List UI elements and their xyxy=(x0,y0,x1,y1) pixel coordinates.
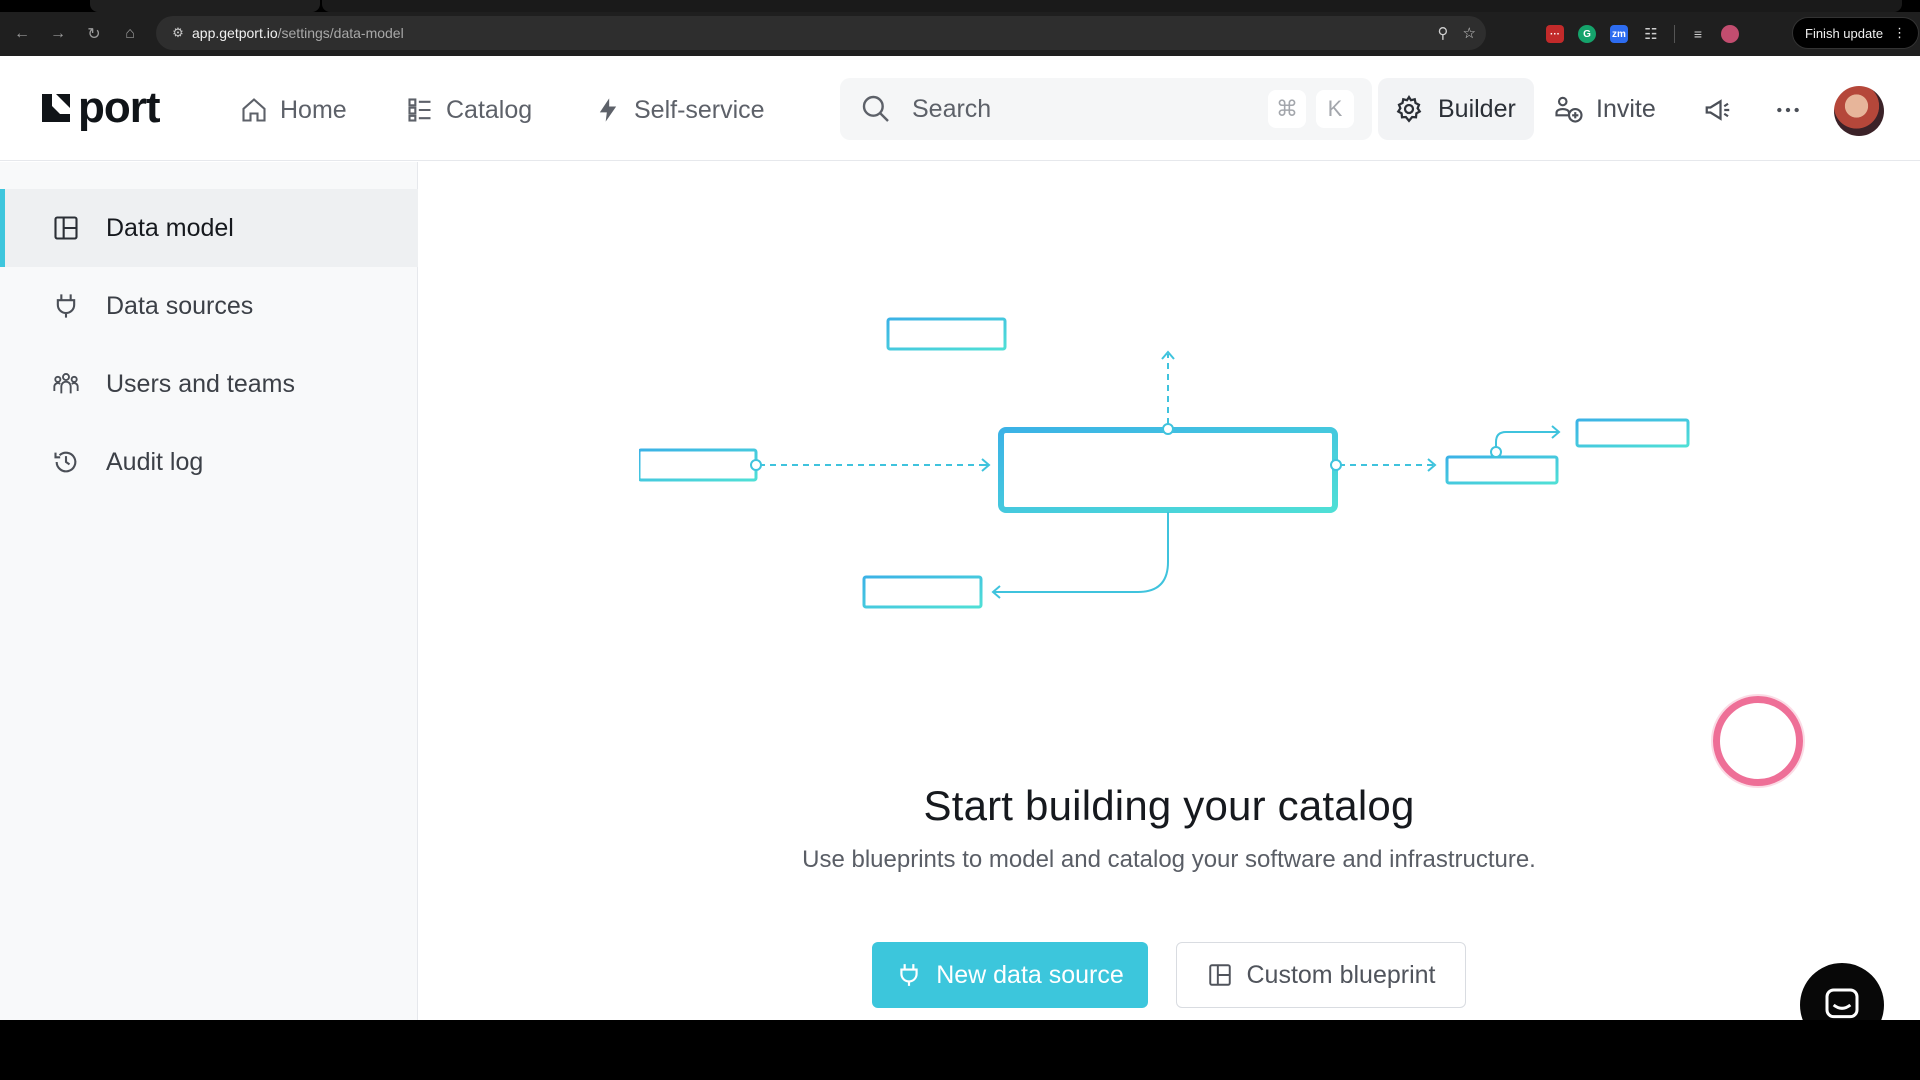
custom-blueprint-label: Custom blueprint xyxy=(1246,960,1436,989)
port-logo[interactable]: port xyxy=(40,83,161,132)
url-path: /settings/data-model xyxy=(277,25,404,41)
divider xyxy=(1674,25,1675,43)
address-bar[interactable]: ⚙ app.getport.io/settings/data-model ⚲ ☆ xyxy=(156,16,1486,50)
top-navigation: port Home Catalog Self-service Search ⌘ … xyxy=(0,56,1920,161)
blueprint-diagram-illustration xyxy=(639,317,1690,609)
settings-sidebar: Data model Data sources Users and teams … xyxy=(0,162,418,1020)
reload-icon[interactable]: ↻ xyxy=(76,16,112,52)
invite-label: Invite xyxy=(1596,94,1656,123)
invite-button[interactable]: Invite xyxy=(1554,78,1656,140)
nav-self-service[interactable]: Self-service xyxy=(594,90,765,130)
url-host: app.getport.io xyxy=(192,25,278,41)
more-options-icon[interactable] xyxy=(1772,94,1804,126)
browser-tab-strip-background xyxy=(322,0,1902,12)
zoom-icon[interactable]: ⚲ xyxy=(1438,24,1449,42)
app-root: port Home Catalog Self-service Search ⌘ … xyxy=(0,56,1920,1047)
main-content: Start building your catalog Use blueprin… xyxy=(419,162,1919,1020)
empty-state-subtitle: Use blueprints to model and catalog your… xyxy=(802,846,1536,873)
sidebar-item-audit-log[interactable]: Audit log xyxy=(0,423,418,501)
users-icon xyxy=(53,373,79,394)
search-placeholder: Search xyxy=(912,94,992,123)
sidebar-item-data-model[interactable]: Data model xyxy=(0,189,418,267)
bookmark-star-icon[interactable]: ☆ xyxy=(1463,24,1476,42)
sidebar-item-label: Data sources xyxy=(106,291,254,320)
plug-icon xyxy=(56,294,76,318)
builder-label: Builder xyxy=(1438,94,1516,123)
screen-letterbox xyxy=(0,1020,1920,1080)
profile-icon[interactable] xyxy=(1721,25,1739,43)
back-icon[interactable]: ← xyxy=(4,16,40,52)
home-icon xyxy=(242,98,266,122)
cursor-highlight-ring xyxy=(1713,696,1803,786)
search-icon xyxy=(862,95,889,122)
site-info-icon[interactable]: ⚙ xyxy=(164,25,192,41)
search-input[interactable]: Search ⌘ K xyxy=(840,78,1372,140)
sidebar-item-data-sources[interactable]: Data sources xyxy=(0,267,418,345)
catalog-list-icon xyxy=(408,98,431,122)
user-avatar[interactable] xyxy=(1834,86,1884,136)
extensions-area: ··· G zm ☷ ≡ xyxy=(1546,16,1739,52)
shortcut-k-key: K xyxy=(1316,90,1354,128)
sidebar-item-label: Data model xyxy=(106,213,234,242)
zoom-extension-icon[interactable]: zm xyxy=(1610,25,1628,43)
builder-button[interactable]: Builder xyxy=(1378,78,1534,140)
finish-update-label: Finish update xyxy=(1805,25,1884,41)
layout-icon xyxy=(1208,964,1231,986)
sidebar-item-label: Users and teams xyxy=(106,369,295,398)
sidebar-item-users-and-teams[interactable]: Users and teams xyxy=(0,345,418,423)
layout-icon xyxy=(54,216,78,240)
lightning-icon xyxy=(599,98,617,122)
nav-catalog-label: Catalog xyxy=(446,95,533,124)
more-vert-icon[interactable]: ⋮ xyxy=(1893,25,1906,41)
browser-tab[interactable] xyxy=(90,0,320,12)
browser-toolbar: ← → ↻ ⌂ ⚙ app.getport.io/settings/data-m… xyxy=(0,12,1920,56)
chat-icon xyxy=(1825,988,1859,1019)
puzzle-extensions-icon[interactable]: ☷ xyxy=(1642,25,1660,43)
finish-update-button[interactable]: Finish update ⋮ xyxy=(1792,17,1920,49)
home-icon[interactable]: ⌂ xyxy=(112,16,148,52)
forward-icon[interactable]: → xyxy=(40,16,76,52)
sidebar-item-label: Audit log xyxy=(106,447,204,476)
nav-home[interactable]: Home xyxy=(240,90,347,130)
nav-home-label: Home xyxy=(280,95,347,124)
announcements-megaphone-icon[interactable] xyxy=(1702,94,1734,126)
gear-icon xyxy=(1396,95,1422,123)
plug-icon xyxy=(900,964,918,986)
empty-state-title: Start building your catalog xyxy=(923,782,1415,829)
port-logo-icon xyxy=(42,94,70,122)
new-data-source-button[interactable]: New data source xyxy=(872,942,1148,1008)
nav-self-service-label: Self-service xyxy=(634,95,765,124)
invite-users-icon xyxy=(1555,96,1583,123)
custom-blueprint-button[interactable]: Custom blueprint xyxy=(1176,942,1466,1008)
nav-catalog[interactable]: Catalog xyxy=(406,90,532,130)
grammarly-icon[interactable]: G xyxy=(1578,25,1596,43)
new-data-source-label: New data source xyxy=(936,960,1124,989)
logo-text: port xyxy=(78,83,161,132)
browser-tab-strip xyxy=(0,0,1920,12)
shortcut-command-key: ⌘ xyxy=(1268,90,1306,128)
reading-list-icon[interactable]: ≡ xyxy=(1689,25,1707,43)
extension-red-icon[interactable]: ··· xyxy=(1546,25,1564,43)
history-icon xyxy=(54,451,77,473)
